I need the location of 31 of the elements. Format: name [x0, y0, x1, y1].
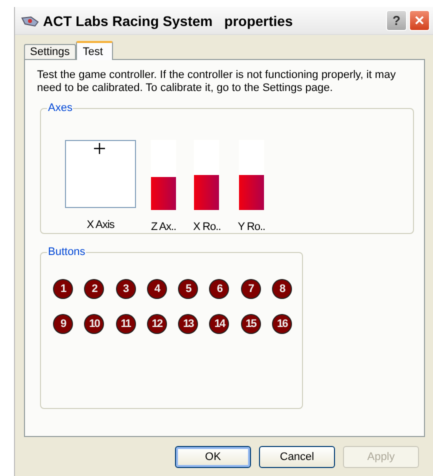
button-indicator: 1: [54, 280, 72, 298]
dialog-button[interactable]: OK: [175, 446, 251, 468]
button-indicator: 2: [85, 280, 104, 298]
tab[interactable]: Test: [76, 41, 113, 60]
axis-label: Y Ro..: [238, 221, 266, 233]
button-indicator: 7: [242, 280, 260, 298]
joystick-icon: [21, 14, 39, 26]
button-indicator: 3: [116, 280, 135, 298]
button-indicator: 10: [85, 315, 104, 333]
button-indicator: 8: [273, 280, 292, 298]
axis-label: X Axis: [86, 219, 114, 231]
button-indicator: 12: [148, 315, 166, 333]
group-title: Buttons: [47, 246, 86, 258]
window-title: ACT Labs Racing System properties: [43, 12, 294, 28]
button-indicator: 5: [179, 280, 198, 298]
tab[interactable]: Settings: [24, 44, 76, 59]
button-indicator: 14: [210, 315, 228, 333]
button-indicator: 4: [148, 280, 166, 298]
crosshair-icon: [94, 143, 105, 154]
description-text: Test the game controller. If the controller is not functioning properly, it may need to be calibrated. To calibrate it, go to the Settings page.: [37, 69, 397, 95]
axis-label: Z Ax..: [151, 221, 176, 233]
help-button[interactable]: ?: [386, 10, 407, 31]
group-title: Axes: [47, 102, 74, 114]
button-indicator: 16: [273, 315, 292, 333]
button-indicator: 6: [210, 280, 228, 298]
axis-label: X Ro..: [193, 221, 221, 233]
button-indicator: 15: [242, 315, 260, 333]
button-indicator: 11: [116, 315, 135, 333]
dialog-button[interactable]: Cancel: [259, 446, 335, 468]
button-indicator: 9: [54, 315, 72, 333]
button-indicator: 13: [179, 315, 198, 333]
